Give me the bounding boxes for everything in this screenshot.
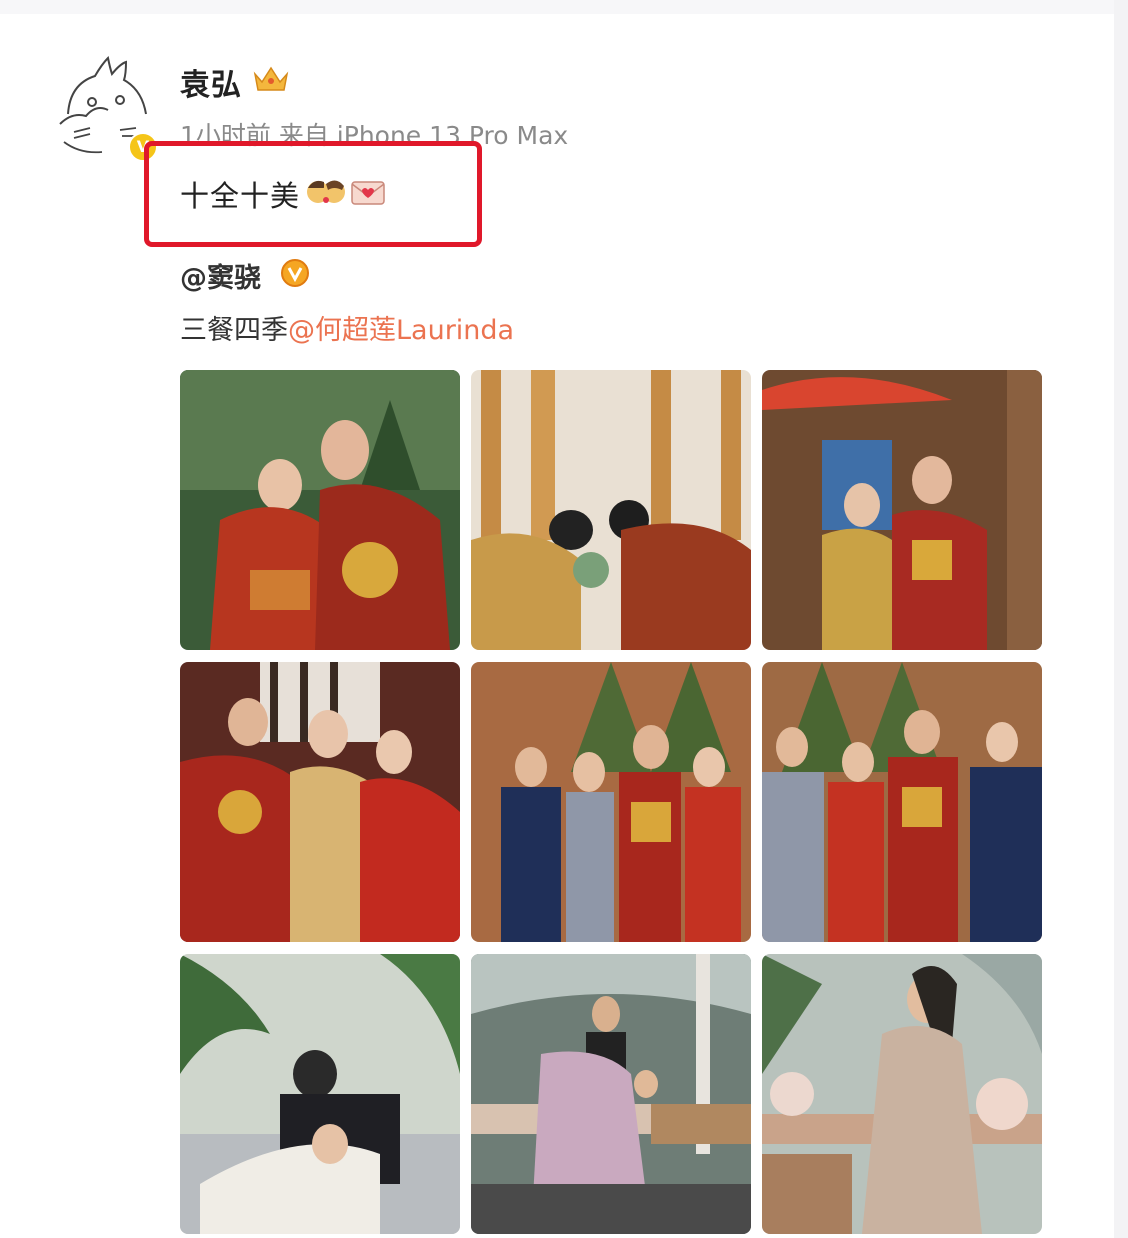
photo-grid bbox=[180, 370, 1042, 1234]
crown-member-icon bbox=[253, 66, 289, 91]
photo-group-four-left[interactable] bbox=[471, 662, 751, 942]
photo-bride-gown-table[interactable] bbox=[762, 954, 1042, 1234]
photo-couple-bowing[interactable] bbox=[471, 370, 751, 650]
highlight-annotation-box bbox=[144, 141, 482, 247]
weibo-post-screenshot: V 袁弘 1小时前 来自 iPhone 13 Pro Max 十全十美 @窦骁 … bbox=[0, 0, 1128, 1238]
right-edge bbox=[1114, 0, 1128, 1238]
photo-couple-dance[interactable] bbox=[471, 954, 751, 1234]
photo-couple-red-umbrella[interactable] bbox=[762, 370, 1042, 650]
photo-couple-lounge[interactable] bbox=[180, 954, 460, 1234]
mention-link[interactable]: @何超莲Laurinda bbox=[288, 315, 514, 346]
photo-couple-red-garden[interactable] bbox=[180, 370, 460, 650]
photo-group-four-right[interactable] bbox=[762, 662, 1042, 942]
repost-username[interactable]: @窦骁 bbox=[180, 256, 261, 295]
repost-text: 三餐四季@何超莲Laurinda bbox=[180, 308, 514, 347]
repost-text-prefix: 三餐四季 bbox=[180, 315, 288, 346]
photo-family-seated[interactable] bbox=[180, 662, 460, 942]
post-username[interactable]: 袁弘 bbox=[180, 60, 242, 104]
gold-verified-icon bbox=[281, 259, 309, 287]
top-strip bbox=[0, 0, 1128, 14]
